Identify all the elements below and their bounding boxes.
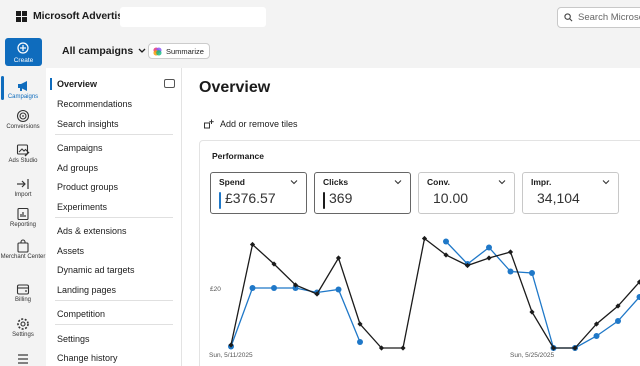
nav-item-change-history[interactable]: Change history [57,353,118,363]
campaign-scope-label: All campaigns [62,45,134,57]
rail-item-label: Billing [14,297,31,303]
search-icon [564,13,573,22]
nav-active-indicator [50,78,52,90]
campaign-scope-bar: All campaigns Summarize [46,36,640,68]
nav-item-ads-extensions[interactable]: Ads & extensions [57,226,127,236]
chevron-down-icon [138,48,146,53]
wallet-icon [16,284,30,295]
data-point-spend [443,238,449,245]
rail-item-label: Conversions [6,124,40,130]
series-line-clicks [230,237,640,349]
rail-item-label: Campaigns [7,94,39,100]
rail-item-label: Import [14,192,32,198]
performance-card: Performance Spend £376.57 Clicks 369 Con… [199,140,640,366]
rail-item-label: Merchant Center [0,254,46,260]
summarize-button[interactable]: Summarize [148,43,210,59]
data-point-spend [335,286,342,293]
series-line-spend [230,241,640,349]
gear-icon [17,318,29,330]
add-remove-tiles-label: Add or remove tiles [220,119,298,129]
data-point-spend [593,333,600,339]
megaphone-icon [18,81,27,91]
x-tick-label: Sun, 5/25/2025 [510,352,554,359]
rail-item-label: Reporting [9,222,36,228]
data-point-spend [529,270,535,276]
search-placeholder: Search Microsoft [578,12,640,23]
collapse-panel-icon[interactable] [164,79,175,88]
nav-item-experiments[interactable]: Experiments [57,202,107,212]
create-label: Create [13,57,34,64]
data-point-spend [357,339,363,345]
account-selector[interactable] [120,7,266,27]
rail-item-billing[interactable]: Billing [0,282,46,304]
left-rail: Create Campaigns Conversions Ads Studio … [0,36,46,366]
nav-item-competition[interactable]: Competition [57,309,105,319]
campaign-nav-panel: Overview Recommendations Search insights… [46,68,182,366]
rail-item-import[interactable]: Import [0,177,46,199]
nav-item-ad-groups[interactable]: Ad groups [57,163,98,173]
page-title: Overview [199,79,271,96]
nav-divider [55,134,173,135]
performance-line-chart: £20 Sun, 5/11/2025 Sun, 5/25/2025 [209,235,640,359]
y-tick-label: £20 [210,286,221,293]
rail-item-label: Settings [12,332,34,338]
microsoft-logo-icon [16,10,27,22]
store-bag-icon [17,239,29,253]
data-point-spend [507,268,514,275]
nav-divider [55,324,173,325]
nav-item-recommendations[interactable]: Recommendations [57,99,132,109]
nav-item-landing-pages[interactable]: Landing pages [57,285,116,295]
main-content: Overview Add or remove tiles Performance… [182,68,640,366]
top-bar: Microsoft Advertising Search Microsoft [0,0,640,36]
data-point-spend [271,285,277,291]
rail-item-campaigns[interactable]: Campaigns [0,79,46,101]
campaign-scope-dropdown[interactable]: All campaigns [62,45,146,57]
create-button[interactable]: Create [5,38,42,66]
target-icon [16,109,30,123]
import-arrow-icon [17,179,29,189]
nav-item-product-groups[interactable]: Product groups [57,182,118,192]
data-point-clicks [507,249,514,255]
search-input[interactable]: Search Microsoft [557,7,640,28]
nav-item-dynamic-ad-targets[interactable]: Dynamic ad targets [57,265,135,275]
list-icon [18,354,28,364]
add-remove-tiles-button[interactable]: Add or remove tiles [204,119,298,129]
rail-item-reporting[interactable]: Reporting [0,207,46,229]
rail-item-merchant-center[interactable]: Merchant Center [0,239,46,261]
nav-item-assets[interactable]: Assets [57,246,84,256]
nav-item-campaigns[interactable]: Campaigns [57,143,103,153]
add-tiles-icon [204,119,214,129]
rail-item-conversions[interactable]: Conversions [0,109,46,131]
nav-divider [55,300,173,301]
data-point-spend [249,285,256,291]
rail-item-ads-studio[interactable]: Ads Studio [0,143,46,165]
data-point-clicks [400,345,406,351]
data-point-spend [615,318,621,324]
nav-divider [55,217,173,218]
nav-item-overview[interactable]: Overview [57,79,97,89]
data-point-spend [486,244,492,251]
report-chart-icon [17,207,29,221]
plus-circle-icon [17,42,29,54]
nav-item-search-insights[interactable]: Search insights [57,119,119,129]
rail-item-settings[interactable]: Settings [0,317,46,339]
image-edit-icon [16,144,30,157]
x-tick-label: Sun, 5/11/2025 [209,352,253,359]
nav-item-settings[interactable]: Settings [57,334,90,344]
summarize-label: Summarize [166,46,204,56]
rail-item-label: Ads Studio [8,158,38,164]
data-point-clicks [486,255,492,261]
copilot-icon [153,46,162,56]
rail-item-more[interactable] [0,352,46,366]
